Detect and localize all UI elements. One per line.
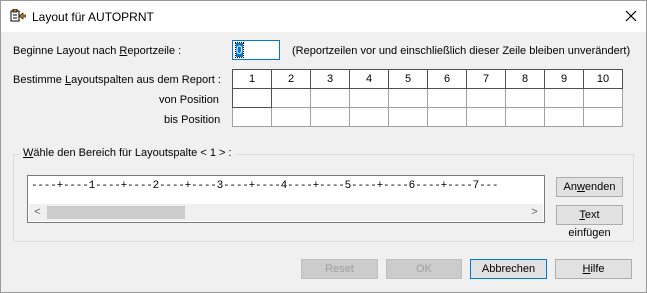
to-position-cell[interactable] <box>505 107 545 127</box>
grid-header-cell[interactable]: 3 <box>310 69 350 89</box>
grid-header-cell[interactable]: 10 <box>583 69 623 89</box>
insert-text-button[interactable]: Text einfügen <box>556 205 623 239</box>
grid-header-row: 1 2 3 4 5 6 7 8 9 10 <box>232 69 623 89</box>
to-position-cell[interactable] <box>349 107 389 127</box>
grid-header-cell[interactable]: 7 <box>466 69 506 89</box>
start-row-value: 0 <box>235 42 244 58</box>
from-position-cell[interactable] <box>271 88 311 108</box>
grid-header-cell[interactable]: 8 <box>505 69 545 89</box>
from-position-cell[interactable] <box>232 88 272 108</box>
start-row-hint: (Reportzeilen vor und einschließlich die… <box>292 45 631 57</box>
to-position-cell[interactable] <box>310 107 350 127</box>
to-position-cell[interactable] <box>583 107 623 127</box>
grid-header-cell[interactable]: 5 <box>388 69 428 89</box>
from-position-cell[interactable] <box>349 88 389 108</box>
grid-header-cell[interactable]: 1 <box>232 69 272 89</box>
apply-accel: w <box>576 181 585 193</box>
apply-button[interactable]: Anwenden <box>556 177 623 197</box>
to-position-cell[interactable] <box>427 107 467 127</box>
help-button[interactable]: Hilfe <box>555 259 632 279</box>
apply-label: An <box>563 181 577 193</box>
from-position-cell[interactable] <box>310 88 350 108</box>
help-label: ilfe <box>590 263 605 275</box>
columns-label-text: Bestimme <box>13 74 65 86</box>
ruler-field[interactable]: ----+----1----+----2----+----3----+----4… <box>27 175 545 223</box>
grid-header-cell[interactable]: 6 <box>427 69 467 89</box>
range-group-label: Wähle den Bereich für Layoutspalte < 1 >… <box>20 147 235 159</box>
close-icon[interactable] <box>619 4 643 28</box>
layout-app-icon <box>10 9 26 22</box>
range-label-accel: W <box>23 147 34 159</box>
to-position-label: bis Position <box>164 114 221 126</box>
to-position-cell[interactable] <box>544 107 584 127</box>
grid-header-cell[interactable]: 2 <box>271 69 311 89</box>
to-position-cell[interactable] <box>388 107 428 127</box>
to-position-row <box>232 107 623 127</box>
ruler-text: ----+----1----+----2----+----3----+----4… <box>31 180 499 192</box>
layout-columns-grid: 1 2 3 4 5 6 7 8 9 10 <box>232 69 623 127</box>
ok-button[interactable]: OK <box>386 259 462 279</box>
from-position-row <box>232 88 623 108</box>
start-row-label: Beginne Layout nach Reportzeile : <box>13 45 181 57</box>
start-row-input[interactable]: 0 <box>232 40 280 60</box>
from-position-cell[interactable] <box>427 88 467 108</box>
grid-header-cell[interactable]: 4 <box>349 69 389 89</box>
range-label-text: ähle den Bereich für Layoutspalte < 1 > … <box>33 147 232 159</box>
scroll-thumb[interactable] <box>47 206 185 219</box>
scroll-left-icon[interactable]: < <box>29 204 46 221</box>
columns-label: Bestimme Layoutspalten aus dem Report : <box>13 74 221 86</box>
from-position-cell[interactable] <box>544 88 584 108</box>
horizontal-scrollbar[interactable]: < > <box>29 204 543 221</box>
start-label-text-end: eportzeile : <box>127 45 182 57</box>
cancel-button[interactable]: Abbrechen <box>470 259 547 279</box>
start-label-text: Beginne Layout nach <box>13 45 120 57</box>
from-position-cell[interactable] <box>583 88 623 108</box>
from-position-cell[interactable] <box>466 88 506 108</box>
insert-label: ext einfügen <box>568 209 611 239</box>
grid-header-cell[interactable]: 9 <box>544 69 584 89</box>
from-position-cell[interactable] <box>505 88 545 108</box>
to-position-cell[interactable] <box>232 107 272 127</box>
from-position-cell[interactable] <box>388 88 428 108</box>
to-position-cell[interactable] <box>466 107 506 127</box>
scroll-right-icon[interactable]: > <box>526 204 543 221</box>
window-title: Layout für AUTOPRNT <box>32 10 154 24</box>
apply-label-end: enden <box>584 181 616 193</box>
from-position-label: von Position <box>159 94 219 106</box>
to-position-cell[interactable] <box>271 107 311 127</box>
title-bar: Layout für AUTOPRNT <box>0 0 647 32</box>
reset-button[interactable]: Reset <box>301 259 378 279</box>
columns-label-text-end: ayoutspalten aus dem Report : <box>71 74 221 86</box>
